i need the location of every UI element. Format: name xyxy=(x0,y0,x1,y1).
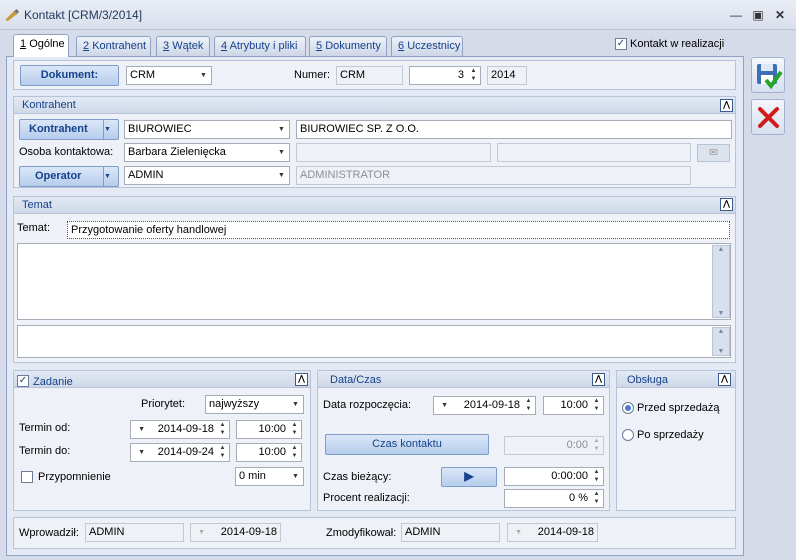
przed-sprzedaza-label: Przed sprzedażą xyxy=(637,402,720,414)
tab-kontrahent[interactable]: 2 Kontrahent xyxy=(76,36,151,56)
data-rozpoczecia-label: Data rozpoczęcia: xyxy=(323,399,412,411)
tab-ogolne[interactable]: 1 Ogólne xyxy=(13,34,69,57)
temat-input[interactable]: Przygotowanie oferty handlowej xyxy=(67,221,730,239)
collapse-obsluga-icon[interactable]: ⋀ xyxy=(718,373,731,386)
procent-field[interactable]: 0 % ▲ ▼ xyxy=(504,489,604,508)
cancel-x-icon xyxy=(758,107,779,128)
operator-name-field: ADMINISTRATOR xyxy=(296,166,691,185)
przed-sprzedaza-radio[interactable] xyxy=(622,402,634,414)
zadanie-checkbox[interactable]: ✓ xyxy=(17,375,29,387)
realization-label: Kontakt w realizacji xyxy=(630,38,725,50)
przypomnienie-checkbox[interactable] xyxy=(21,471,33,483)
termin-do-label: Termin do: xyxy=(19,445,71,457)
po-sprzedazy-label: Po sprzedaży xyxy=(637,429,704,441)
termin-od-date[interactable]: ▼ 2014-09-18 ▲ ▼ xyxy=(130,420,230,439)
termin-do-time[interactable]: 10:00 ▲ ▼ xyxy=(236,443,302,462)
zadanie-label: Zadanie xyxy=(33,376,73,388)
czas-kontaktu-field: 0:00 ▲ ▼ xyxy=(504,436,604,455)
zmodyfikowal-label: Zmodyfikował: xyxy=(326,527,397,539)
save-button[interactable] xyxy=(751,57,785,93)
notes-scrollbar[interactable]: ▲ ▼ xyxy=(712,327,730,356)
termin-od-time[interactable]: 10:00 ▲ ▼ xyxy=(236,420,302,439)
po-sprzedazy-radio[interactable] xyxy=(622,429,634,441)
collapse-zadanie-icon[interactable]: ⋀ xyxy=(295,373,308,386)
save-check-icon xyxy=(757,64,783,90)
collapse-kontrahent-icon[interactable]: ⋀ xyxy=(720,99,733,112)
wprowadzil-date: ▼ 2014-09-18 xyxy=(190,523,281,542)
minimize-icon[interactable]: — xyxy=(726,6,746,24)
czas-biezacy-field[interactable]: 0:00:00 ▲ ▼ xyxy=(504,467,604,486)
envelope-icon[interactable]: ✉ xyxy=(697,144,730,162)
title-bar: Kontakt [CRM/3/2014] — ▣ ✕ xyxy=(0,0,796,30)
zmodyfikowal-date: ▼ 2014-09-18 xyxy=(507,523,598,542)
kontrahent-button[interactable]: Kontrahent ▼ xyxy=(19,119,119,140)
procent-label: Procent realizacji: xyxy=(323,492,410,504)
data-rozpoczecia-date[interactable]: ▼ 2014-09-18 ▲ ▼ xyxy=(433,396,536,415)
cancel-button[interactable] xyxy=(751,99,785,135)
description-scrollbar[interactable]: ▲ ▼ xyxy=(712,245,730,318)
numer-value-field[interactable]: 3 ▲ ▼ xyxy=(409,66,481,85)
kontrahent-code-select[interactable]: BIUROWIEC ▼ xyxy=(124,120,290,139)
chevron-down-icon[interactable]: ▼ xyxy=(103,120,118,139)
realization-checkbox[interactable]: ✓ xyxy=(615,38,627,50)
app-icon xyxy=(5,9,19,21)
kontrahent-section-header: Kontrahent xyxy=(14,97,735,114)
termin-do-date[interactable]: ▼ 2014-09-24 ▲ ▼ xyxy=(130,443,230,462)
osoba-label: Osoba kontaktowa: xyxy=(19,146,114,158)
tab-dokumenty[interactable]: 5 Dokumenty xyxy=(309,36,387,56)
przypomnienie-label: Przypomnienie xyxy=(38,471,111,483)
priorytet-select[interactable]: najwyższy ▼ xyxy=(205,395,304,414)
priorytet-label: Priorytet: xyxy=(141,398,186,410)
document-type-select[interactable]: CRM ▼ xyxy=(126,66,212,85)
operator-button[interactable]: Operator ▼ xyxy=(19,166,119,187)
chevron-down-icon[interactable]: ▼ xyxy=(103,167,118,186)
operator-code-select[interactable]: ADMIN ▼ xyxy=(124,166,290,185)
temat-section-header: Temat xyxy=(14,197,735,214)
wprowadzil-field: ADMIN xyxy=(85,523,184,542)
tab-uczestnicy[interactable]: 6 Uczestnicy xyxy=(391,36,463,56)
osoba-email-field xyxy=(497,143,691,162)
play-icon[interactable]: ▶ xyxy=(441,467,497,487)
temat-label: Temat: xyxy=(17,222,51,234)
numer-prefix: CRM xyxy=(336,66,403,85)
window-title: Kontakt [CRM/3/2014] xyxy=(24,8,143,22)
zmodyfikowal-field: ADMIN xyxy=(401,523,500,542)
wprowadzil-label: Wprowadził: xyxy=(19,527,79,539)
czas-biezacy-label: Czas bieżący: xyxy=(323,471,392,483)
numer-year: 2014 xyxy=(487,66,527,85)
zadanie-panel xyxy=(13,370,311,511)
numer-label: Numer: xyxy=(294,69,331,81)
temat-notes-textarea[interactable] xyxy=(17,325,731,358)
datacza-section-header: Data/Czas xyxy=(318,371,609,388)
czas-kontaktu-button[interactable]: Czas kontaktu xyxy=(325,434,489,455)
termin-od-label: Termin od: xyxy=(19,422,71,434)
osoba-select[interactable]: Barbara Zielenięcka ▼ xyxy=(124,143,290,162)
collapse-datacza-icon[interactable]: ⋀ xyxy=(592,373,605,386)
kontrahent-name-field[interactable]: BIUROWIEC SP. Z O.O. xyxy=(296,120,732,139)
data-rozpoczecia-time[interactable]: 10:00 ▲ ▼ xyxy=(543,396,604,415)
document-button[interactable]: Dokument: xyxy=(20,65,119,86)
tab-atrybuty[interactable]: 4 Atrybuty i pliki xyxy=(214,36,306,56)
temat-description-textarea[interactable] xyxy=(17,243,731,320)
collapse-temat-icon[interactable]: ⋀ xyxy=(720,198,733,211)
maximize-icon[interactable]: ▣ xyxy=(748,6,768,24)
tab-watek[interactable]: 3 Wątek xyxy=(156,36,210,56)
close-icon[interactable]: ✕ xyxy=(770,6,790,24)
osoba-phone-field xyxy=(296,143,491,162)
przypomnienie-select[interactable]: 0 min ▼ xyxy=(235,467,304,486)
